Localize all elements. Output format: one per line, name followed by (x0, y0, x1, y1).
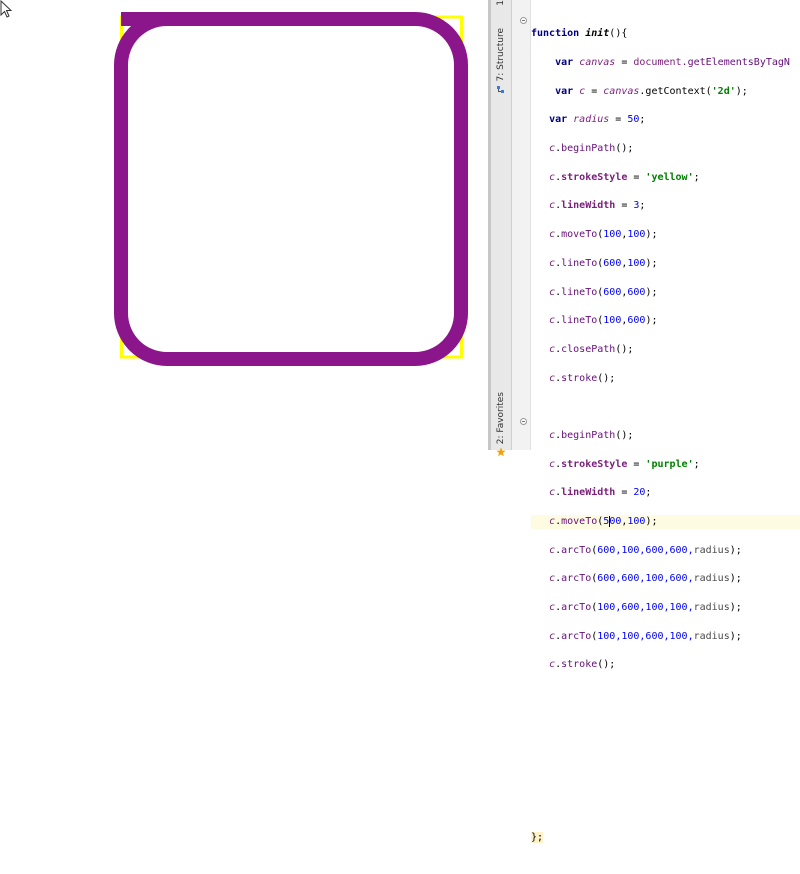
canvas-drawing (114, 12, 468, 366)
purple-rounded-rect (114, 12, 468, 366)
mouse-pointer-icon (0, 0, 13, 18)
code-line: c.arcTo(600,600,100,600,radius); (549, 573, 742, 585)
tab-structure[interactable]: 7: Structure (491, 28, 511, 95)
structure-icon (497, 85, 504, 93)
tool-window-strip: 1 7: Structure 2: Favorites (491, 0, 512, 457)
canvas-preview (0, 0, 488, 450)
start-segment-cap (121, 12, 181, 26)
code-line: c.closePath(); (549, 343, 634, 355)
code-line: c.arcTo(100,100,600,100,radius); (549, 630, 742, 642)
star-icon (496, 447, 506, 457)
code-line: c.lineTo(100,600); (549, 315, 658, 327)
fold-toggle-icon[interactable] (520, 418, 527, 425)
tab-project-label: 1 (496, 0, 506, 6)
code-text[interactable]: function init(){ var canvas = document.g… (531, 13, 800, 874)
code-line: c.moveTo(100,100); (549, 229, 658, 241)
code-line: var canvas = document.getElementsByTagN (555, 57, 790, 69)
tab-favorites[interactable]: 2: Favorites (491, 392, 511, 457)
code-line: c.lineTo(600,600); (549, 286, 658, 298)
fold-toggle-icon[interactable] (520, 17, 527, 24)
code-line: c.beginPath(); (549, 429, 634, 441)
code-line: }; (531, 831, 544, 843)
current-code-line: c.moveTo(500,100); (531, 515, 800, 530)
code-line: var radius = 50; (549, 114, 646, 126)
tab-favorites-label: 2: Favorites (496, 392, 506, 445)
code-editor[interactable]: function init(){ var canvas = document.g… (531, 0, 800, 843)
code-line: c.beginPath(); (549, 143, 634, 155)
code-line: c.stroke(); (549, 372, 616, 384)
tab-structure-label: 7: Structure (496, 28, 506, 82)
code-line: var c = canvas.getContext('2d'); (555, 85, 748, 97)
code-line: c.lineWidth = 3; (549, 200, 646, 212)
editor-gutter (512, 0, 531, 450)
code-line: c.arcTo(600,100,600,600,radius); (549, 544, 742, 556)
code-line: c.lineWidth = 20; (549, 487, 652, 499)
code-line: function init(){ (531, 28, 628, 40)
code-line: c.arcTo(100,600,100,100,radius); (549, 602, 742, 614)
tab-project[interactable]: 1 (491, 0, 511, 6)
code-line: c.stroke(); (549, 659, 616, 671)
code-line: c.lineTo(600,100); (549, 257, 658, 269)
yellow-square (120, 15, 463, 359)
code-line: c.strokeStyle = 'purple'; (549, 458, 700, 470)
code-line: c.strokeStyle = 'yellow'; (549, 171, 700, 183)
